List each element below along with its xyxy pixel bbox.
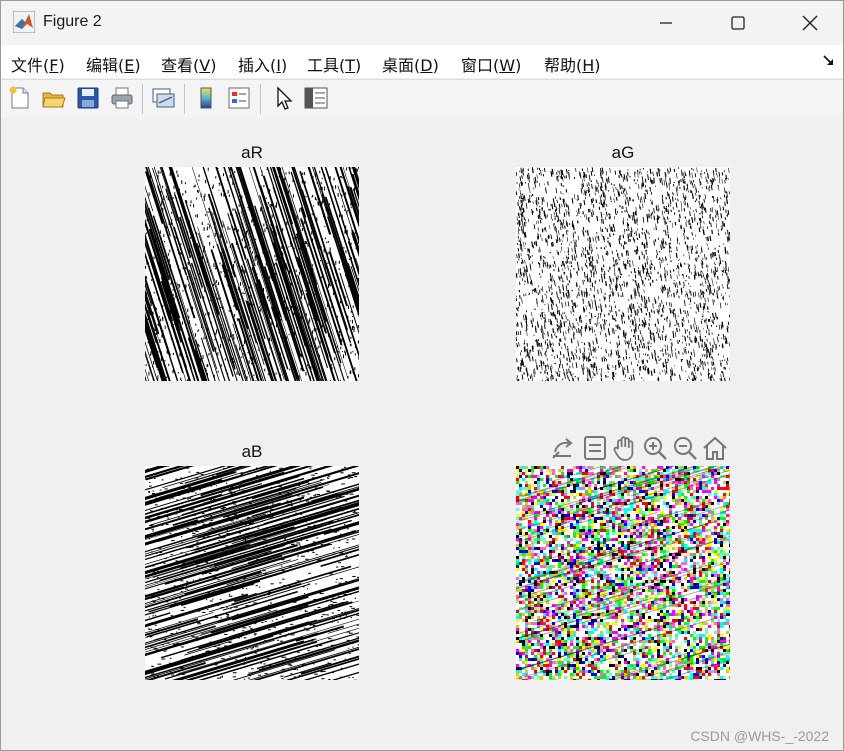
- toolbar-separator: [260, 84, 261, 114]
- minimize-icon: [660, 22, 672, 24]
- minimize-button[interactable]: [643, 1, 689, 45]
- window-title: Figure 2: [43, 13, 102, 30]
- pan-hand-icon[interactable]: [611, 434, 639, 462]
- maximize-icon: [731, 16, 745, 30]
- menu-insert[interactable]: 插入(I): [238, 52, 287, 76]
- new-figure-icon[interactable]: [7, 85, 33, 111]
- menu-file[interactable]: 文件(F): [11, 52, 65, 76]
- toolbar-separator: [184, 84, 185, 114]
- axes-title-ag: aG: [611, 143, 635, 162]
- figure-canvas: aR aG aB CSDN @WHS-_-2022: [1, 118, 843, 750]
- menu-bar: 文件(F) 编辑(E) 查看(V) 插入(I) 工具(T) 桌面(D) 窗口(W…: [1, 45, 843, 78]
- save-icon[interactable]: [75, 85, 101, 111]
- close-button[interactable]: [787, 1, 833, 45]
- menu-tools[interactable]: 工具(T): [307, 52, 361, 76]
- figure-toolbar: [1, 79, 843, 119]
- menu-edit[interactable]: 编辑(E): [86, 52, 141, 76]
- colorbar-icon[interactable]: [193, 85, 219, 111]
- data-tips-icon[interactable]: [581, 434, 609, 462]
- image-axes-ag[interactable]: [516, 167, 730, 381]
- property-inspector-icon[interactable]: [303, 85, 329, 111]
- menu-help[interactable]: 帮助(H): [544, 52, 601, 76]
- image-axes-ar[interactable]: [145, 167, 359, 381]
- maximize-button[interactable]: [715, 1, 761, 45]
- open-file-icon[interactable]: [41, 85, 67, 111]
- menu-desktop[interactable]: 桌面(D): [382, 52, 439, 76]
- figure-window: Figure 2 文件(F) 编辑(E) 查看(V) 插入(I) 工具(T) 桌…: [0, 0, 844, 751]
- toolbar-separator: [142, 84, 143, 114]
- matlab-logo-icon: [13, 11, 35, 33]
- export-icon[interactable]: [549, 434, 577, 462]
- zoom-out-icon[interactable]: [671, 434, 699, 462]
- print-icon[interactable]: [109, 85, 135, 111]
- dock-arrow-icon[interactable]: [823, 55, 835, 67]
- axes-title-ar: aR: [241, 143, 263, 162]
- legend-icon[interactable]: [226, 85, 252, 111]
- axes-title-ab: aB: [241, 442, 263, 461]
- pointer-icon[interactable]: [270, 85, 296, 111]
- home-icon[interactable]: [701, 434, 729, 462]
- image-axes-ab[interactable]: [145, 466, 359, 680]
- link-plot-icon[interactable]: [150, 85, 176, 111]
- image-axes-rgb[interactable]: [516, 466, 730, 680]
- menu-window[interactable]: 窗口(W): [461, 52, 521, 76]
- watermark-text: CSDN @WHS-_-2022: [690, 728, 829, 744]
- zoom-in-icon[interactable]: [641, 434, 669, 462]
- title-bar: Figure 2: [1, 1, 843, 45]
- menu-view[interactable]: 查看(V): [161, 52, 216, 76]
- close-icon: [802, 15, 818, 31]
